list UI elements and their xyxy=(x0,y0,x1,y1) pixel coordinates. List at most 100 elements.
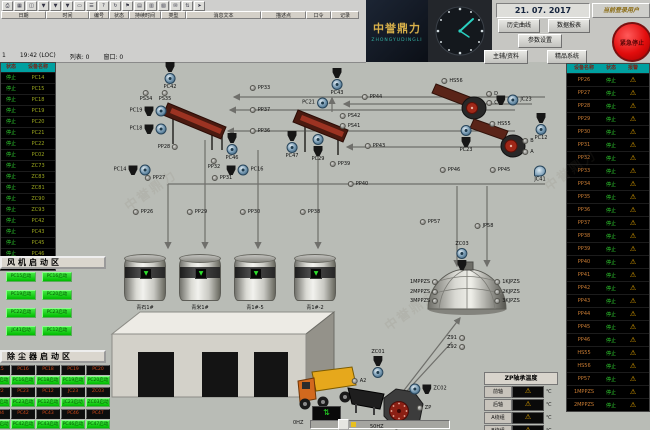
crusher-1[interactable] xyxy=(462,97,486,119)
marker-PC23[interactable]: PC23 xyxy=(460,125,473,153)
marker-label: PP38 xyxy=(308,210,320,215)
marker-JP58: JP58 xyxy=(475,223,494,229)
marker-label: PP33 xyxy=(258,86,270,91)
marker-3KJPZS: 3KJPZS xyxy=(494,298,520,304)
fan-icon xyxy=(409,384,420,395)
marker-ZP: ZP xyxy=(417,405,431,411)
marker-label: PC18 xyxy=(130,127,143,132)
marker-label: PP26 xyxy=(141,210,153,215)
marker-PC19[interactable]: PC19 xyxy=(130,106,167,117)
indicator-dot-icon xyxy=(340,113,346,119)
marker-label: ZC03 xyxy=(455,242,468,247)
marker-HS56: HS56 xyxy=(441,78,462,84)
silo-cap xyxy=(234,254,276,263)
marker-PC29[interactable]: PC29 xyxy=(312,134,325,162)
marker-label: 2MPPZS xyxy=(410,290,430,295)
marker-PP27: PP27 xyxy=(145,175,165,181)
hopper-icon xyxy=(288,131,297,141)
marker-PP36: PP36 xyxy=(250,128,270,134)
hopper-icon xyxy=(144,124,153,134)
silo-label: 青1#-2 xyxy=(294,304,336,311)
marker-PP28: PP28 xyxy=(158,144,178,150)
marker-label: JP58 xyxy=(483,224,494,229)
marker-label: Z91 xyxy=(447,336,457,341)
silo-2[interactable]: ▼ 青米1# xyxy=(179,254,221,312)
marker-3MPPZS: 3MPPZS xyxy=(410,298,438,304)
marker-PC14[interactable]: PC14 xyxy=(114,165,151,176)
silo-gate-icon: ▼ xyxy=(195,268,207,279)
silo-body xyxy=(234,258,276,301)
screen-machine-1[interactable] xyxy=(163,103,226,150)
marker-PC46[interactable]: PC46 xyxy=(226,133,239,161)
marker-label: PP46 xyxy=(448,168,460,173)
hopper-icon xyxy=(144,106,153,116)
marker-label: PC21 xyxy=(302,101,315,106)
fan-icon xyxy=(536,124,547,135)
marker-label: ZC02 xyxy=(433,387,446,392)
silo-3[interactable]: ▼ 青1#-5 xyxy=(234,254,276,312)
silo-label: 青米1# xyxy=(179,304,221,311)
marker-PC47[interactable]: PC47 xyxy=(286,131,299,159)
silo-cap xyxy=(294,254,336,263)
indicator-dot-icon xyxy=(494,279,500,285)
silo-4[interactable]: ▼ 青1#-2 xyxy=(294,254,336,312)
marker-PP43: PP43 xyxy=(365,143,385,149)
hopper-icon xyxy=(537,113,546,123)
vibrating-feeder[interactable] xyxy=(348,388,384,415)
marker-PC16[interactable]: PC16 xyxy=(227,165,264,176)
silo-label: 青1#-5 xyxy=(234,304,276,311)
marker-label: HS56 xyxy=(449,79,462,84)
silo-1[interactable]: ▼青石1# xyxy=(124,254,166,312)
silo-gate-icon: ▼ xyxy=(140,268,152,279)
silo-gate-icon: ▼ xyxy=(310,268,322,279)
scada-screen: 中誉鼎力 中誉鼎力 中誉鼎力 xyxy=(0,0,650,430)
marker-2KJPZS: 2KJPZS xyxy=(494,289,520,295)
indicator-dot-icon xyxy=(362,94,368,100)
hopper-icon xyxy=(458,260,467,270)
marker-JC23[interactable]: JC23 xyxy=(496,95,531,106)
marker-label: PP31 xyxy=(220,176,232,181)
marker-HS55: HS55 xyxy=(489,121,510,127)
marker-B: B xyxy=(522,138,533,144)
hopper-icon xyxy=(496,95,505,105)
marker-ZC02[interactable]: ZC02 xyxy=(409,384,446,395)
marker-JC41[interactable]: JC41 xyxy=(534,166,546,183)
marker-PP40: PP40 xyxy=(348,181,368,187)
fan-icon xyxy=(227,144,238,155)
fan-icon xyxy=(317,98,328,109)
marker-PC12[interactable]: PC12 xyxy=(535,113,548,141)
fan-icon xyxy=(139,165,150,176)
hopper-icon xyxy=(462,137,471,147)
status-indicator-panel: ⇅ xyxy=(312,406,341,421)
marker-label: PP44 xyxy=(370,95,382,100)
marker-label: PC23 xyxy=(460,148,473,153)
marker-label: PC43 xyxy=(331,91,344,96)
marker-label: PP39 xyxy=(338,162,350,167)
marker-PP57: PP57 xyxy=(420,219,440,225)
fan-icon xyxy=(332,79,343,90)
hopper-icon xyxy=(128,165,137,175)
silo-body xyxy=(179,258,221,301)
marker-label: PS34 xyxy=(140,97,153,102)
frequency-max-label: 50HZ xyxy=(370,424,384,430)
indicator-dot-icon xyxy=(172,144,178,150)
marker-PP45: PP45 xyxy=(490,167,510,173)
marker-PP44: PP44 xyxy=(362,94,382,100)
marker-ZC01[interactable]: ZC01 xyxy=(371,350,384,378)
marker-1MPPZS: 1MPPZS xyxy=(410,279,438,285)
marker-PP26: PP26 xyxy=(133,209,153,215)
marker-PC42[interactable]: PC42 xyxy=(164,62,177,90)
silo-gate-icon: ▼ xyxy=(250,268,262,279)
marker-label: JC23 xyxy=(520,98,531,103)
marker-PC21[interactable]: PC21 xyxy=(302,98,328,109)
marker-PC43[interactable]: PC43 xyxy=(331,68,344,96)
marker-Z92: Z92 xyxy=(447,344,465,350)
marker-ZC03[interactable]: ZC03 xyxy=(455,242,468,270)
marker-label: A2 xyxy=(360,379,367,384)
marker-label: 2KJPZS xyxy=(502,290,520,295)
fan-icon xyxy=(313,134,324,145)
marker-PC18[interactable]: PC18 xyxy=(130,124,167,135)
slider-handle[interactable] xyxy=(338,419,349,430)
marker-PP39: PP39 xyxy=(330,161,350,167)
marker-A2: A2 xyxy=(352,378,367,384)
